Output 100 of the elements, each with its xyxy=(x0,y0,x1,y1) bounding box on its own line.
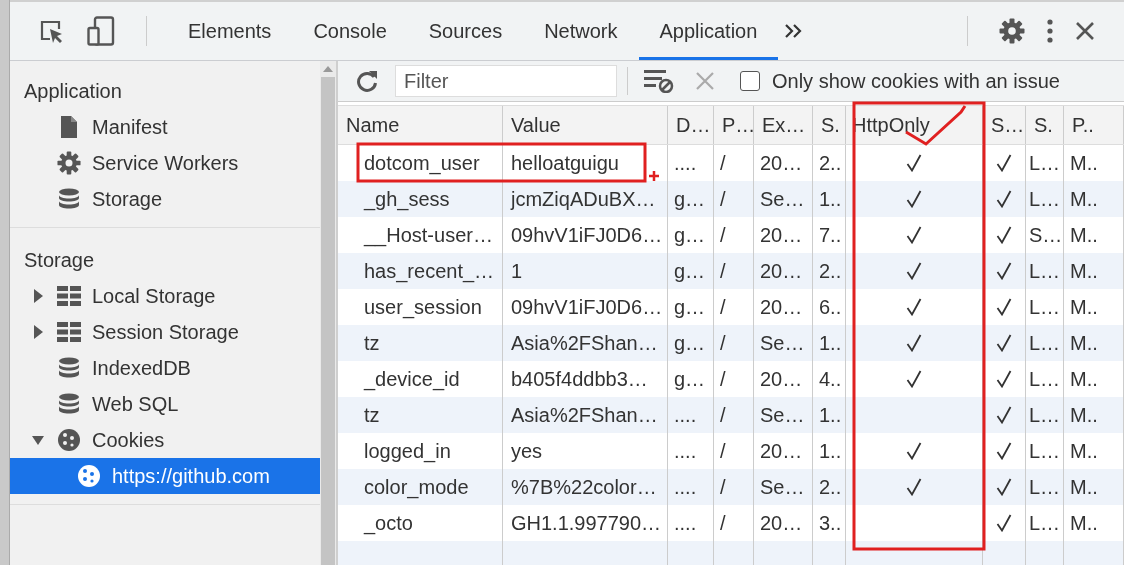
check-icon xyxy=(906,262,922,280)
checkbox-label[interactable]: Only show cookies with an issue xyxy=(772,69,1060,93)
check-icon xyxy=(996,226,1012,244)
database-icon xyxy=(58,357,80,379)
database-icon xyxy=(58,393,80,415)
more-options-icon[interactable] xyxy=(1047,19,1053,43)
table-cell: 2.. xyxy=(813,469,846,505)
table-cell: L… xyxy=(1026,469,1064,505)
check-icon xyxy=(996,514,1012,532)
check-icon xyxy=(906,154,922,172)
close-icon[interactable] xyxy=(1075,21,1095,41)
table-cell: has_recent_… xyxy=(338,253,503,289)
column-header[interactable]: P… xyxy=(714,106,754,144)
table-cell: 1.. xyxy=(813,325,846,361)
device-icon[interactable] xyxy=(87,16,115,46)
column-header[interactable]: S. xyxy=(813,106,846,144)
check-icon xyxy=(906,190,922,208)
table-cell: M.. xyxy=(1064,253,1124,289)
grid-icon xyxy=(57,322,81,342)
check-icon xyxy=(906,298,922,316)
check-icon xyxy=(996,190,1012,208)
settings-icon[interactable] xyxy=(999,18,1025,44)
table-cell: tz xyxy=(338,397,503,433)
check-icon xyxy=(996,154,1012,172)
table-cell: Asia%2FShan… xyxy=(503,325,668,361)
column-header[interactable]: S… xyxy=(983,106,1026,144)
column-header[interactable]: D… xyxy=(668,106,714,144)
check-icon xyxy=(996,298,1012,316)
more-tabs-icon[interactable] xyxy=(784,23,803,39)
table-cell: M.. xyxy=(1064,397,1124,433)
sidebar-item[interactable]: https://github.com xyxy=(10,458,320,494)
sidebar-item[interactable]: Manifest xyxy=(10,109,320,145)
table-cell: / xyxy=(714,469,754,505)
expand-arrow-icon[interactable] xyxy=(32,289,44,303)
checkbox[interactable] xyxy=(740,71,760,91)
database-icon xyxy=(58,188,80,210)
table-cell: Asia%2FShan… xyxy=(503,397,668,433)
table-cell: / xyxy=(714,397,754,433)
cookie-icon xyxy=(57,428,81,452)
table-cell: g… xyxy=(668,253,714,289)
table-cell: / xyxy=(714,325,754,361)
table-cell: _gh_sess xyxy=(338,181,503,217)
gear-icon xyxy=(57,151,81,175)
cookie-icon xyxy=(77,464,101,488)
table-cell: L… xyxy=(1026,397,1064,433)
check-icon xyxy=(996,406,1012,424)
table-cell: color_mode xyxy=(338,469,503,505)
expand-arrow-icon[interactable] xyxy=(32,325,44,339)
table-cell: 2.. xyxy=(813,253,846,289)
plus-mark xyxy=(647,169,661,183)
sidebar-item[interactable]: Local Storage xyxy=(10,278,320,314)
column-header[interactable]: Value xyxy=(503,106,668,144)
column-header[interactable]: Name xyxy=(338,106,503,144)
table-cell: .... xyxy=(668,469,714,505)
panel-tab[interactable]: Sources xyxy=(407,2,524,60)
table-cell: .... xyxy=(668,397,714,433)
check-icon xyxy=(996,334,1012,352)
table-cell: Se… xyxy=(754,325,813,361)
check-icon xyxy=(906,334,922,352)
table-cell: L… xyxy=(1026,253,1064,289)
panel-tab[interactable]: Console xyxy=(292,2,408,60)
table-cell: Se… xyxy=(754,181,813,217)
table-cell: L… xyxy=(1026,181,1064,217)
table-cell: jcmZiqADuBX… xyxy=(503,181,668,217)
table-cell: 20… xyxy=(754,253,813,289)
grid-icon xyxy=(57,286,81,306)
check-icon xyxy=(906,478,922,496)
table-cell: 1.. xyxy=(813,181,846,217)
sidebar-item[interactable]: Storage xyxy=(10,181,320,217)
panel-tab[interactable]: Elements xyxy=(167,2,293,60)
sidebar-item[interactable]: Cookies xyxy=(10,422,320,458)
table-cell: Se… xyxy=(754,397,813,433)
column-header[interactable]: P.. xyxy=(1064,106,1124,144)
scrollbar[interactable] xyxy=(320,61,338,565)
check-icon xyxy=(996,442,1012,460)
table-cell: g… xyxy=(668,181,714,217)
sidebar-item[interactable]: Web SQL xyxy=(10,386,320,422)
table-cell: M.. xyxy=(1064,469,1124,505)
inspect-icon[interactable] xyxy=(39,19,65,43)
table-cell: M.. xyxy=(1064,325,1124,361)
sidebar-item[interactable]: IndexedDB xyxy=(10,350,320,386)
table-cell: g… xyxy=(668,325,714,361)
file-icon xyxy=(60,115,78,139)
table-cell: %7B%22color… xyxy=(503,469,668,505)
filter-field[interactable]: Filter xyxy=(395,65,617,97)
table-cell: M.. xyxy=(1064,181,1124,217)
column-header[interactable]: S. xyxy=(1026,106,1064,144)
panel-tab[interactable]: Network xyxy=(523,2,639,60)
expand-arrow-icon[interactable] xyxy=(32,433,44,447)
clear-filter-icon[interactable] xyxy=(644,69,674,93)
column-header[interactable]: Ex… xyxy=(754,106,813,144)
table-cell: L… xyxy=(1026,325,1064,361)
check-icon xyxy=(906,226,922,244)
sidebar-item[interactable]: Session Storage xyxy=(10,314,320,350)
refresh-icon[interactable] xyxy=(355,69,379,93)
table-cell: Se… xyxy=(754,469,813,505)
check-icon xyxy=(996,370,1012,388)
section-heading: Application xyxy=(23,79,123,104)
sidebar-item[interactable]: Service Workers xyxy=(10,145,320,181)
table-cell: / xyxy=(714,181,754,217)
